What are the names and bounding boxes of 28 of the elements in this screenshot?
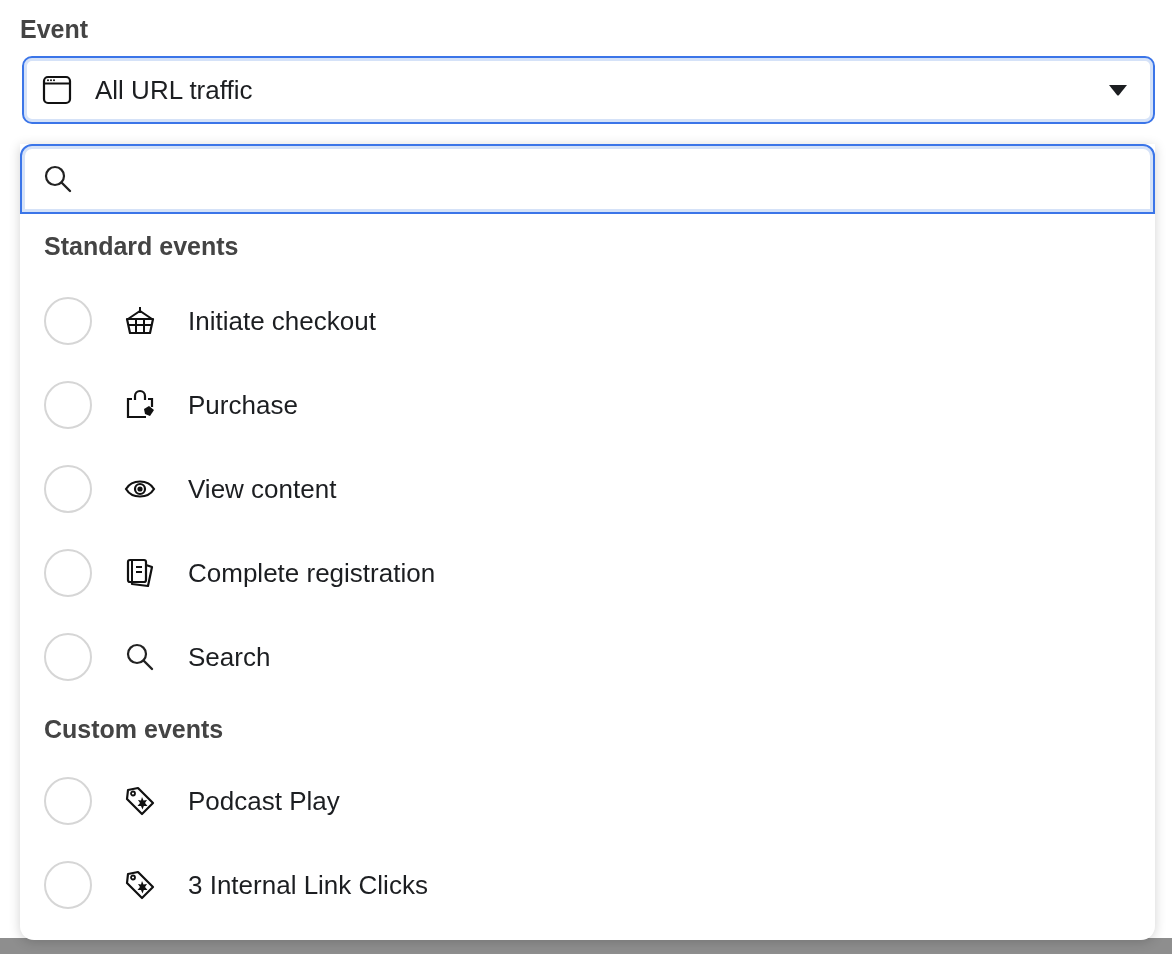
event-option[interactable]: Podcast Play [20,759,1155,843]
radio-button[interactable] [44,633,92,681]
event-option[interactable]: Purchase [20,363,1155,447]
event-option[interactable]: Initiate checkout [20,279,1155,363]
section-heading: Standard events [44,232,239,261]
search-icon [42,163,74,195]
search-field[interactable] [20,144,1155,214]
search-icon [124,641,156,673]
shopping-bag-icon [124,389,156,421]
event-option[interactable]: View content [20,447,1155,531]
event-option[interactable]: 3 Internal Link Clicks [20,843,1155,927]
field-label: Event [20,14,89,45]
event-option[interactable]: Complete registration [20,531,1155,615]
tag-icon [124,785,156,817]
radio-button[interactable] [44,777,92,825]
radio-button[interactable] [44,465,92,513]
section-heading: Custom events [44,714,224,744]
basket-icon [124,305,156,337]
caret-icon [1108,84,1128,96]
browser-window-icon [41,74,73,106]
notebook-icon [124,557,156,589]
radio-button[interactable] [44,381,92,429]
radio-button[interactable] [44,297,92,345]
event-dropdown[interactable]: All URL traffic [22,56,1155,124]
event-option[interactable]: Search [20,615,1155,699]
radio-button[interactable] [44,549,92,597]
tag-icon [124,869,156,901]
radio-button[interactable] [44,861,92,909]
